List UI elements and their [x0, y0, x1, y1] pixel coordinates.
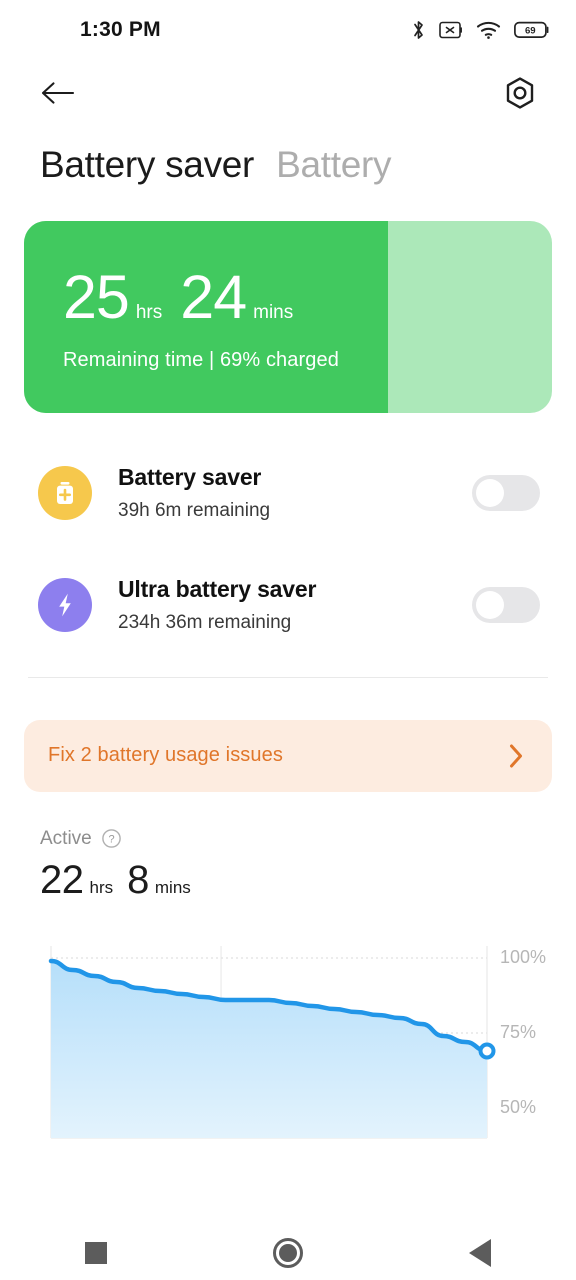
ultra-battery-saver-title: Ultra battery saver — [118, 575, 317, 602]
chart-ytick-50: 50% — [500, 1096, 537, 1117]
circle-home-icon — [273, 1238, 303, 1268]
home-button[interactable] — [253, 1230, 323, 1276]
settings-nut-icon — [503, 76, 537, 115]
remaining-minutes: 24 — [180, 262, 247, 331]
active-section: Active ? 22 hrs 8 mins — [0, 792, 576, 900]
battery-percent-text: 69 — [525, 26, 536, 37]
tab-bar: Battery saver Battery — [0, 130, 576, 185]
summary-section: 25 hrs 24 mins Remaining time | 69% char… — [0, 185, 576, 413]
battery-level-chart: 100% 75% 50% — [0, 930, 576, 1152]
square-recents-icon — [85, 1242, 107, 1264]
bluetooth-icon — [411, 19, 426, 41]
recents-button[interactable] — [61, 1230, 131, 1276]
active-label: Active — [40, 827, 92, 849]
status-bar: 1:30 PM 69 — [0, 0, 576, 60]
chart-ytick-75: 75% — [500, 1021, 537, 1042]
back-nav-button[interactable] — [445, 1230, 515, 1276]
ultra-battery-saver-subtitle: 234h 36m remaining — [118, 611, 292, 633]
remaining-minutes-unit: mins — [253, 301, 294, 323]
battery-saver-text: Battery saver 39h 6m remaining — [92, 464, 472, 522]
battery-saver-subtitle: 39h 6m remaining — [118, 499, 271, 521]
back-button[interactable] — [36, 73, 80, 117]
wifi-icon — [476, 20, 501, 40]
active-minutes-unit: mins — [154, 877, 191, 897]
battery-plus-icon — [38, 465, 92, 520]
fix-issues-banner[interactable]: Fix 2 battery usage issues — [24, 719, 552, 792]
active-hours-unit: hrs — [89, 877, 114, 897]
remaining-hours-unit: hrs — [135, 301, 163, 323]
active-header: Active ? — [40, 828, 576, 850]
battery-level-chart-svg — [48, 945, 496, 1139]
battery-saver-title: Battery saver — [118, 463, 262, 490]
chevron-right-icon — [508, 743, 524, 769]
active-minutes: 8 — [127, 857, 149, 902]
svg-text:?: ? — [108, 834, 114, 846]
status-icons: 69 — [411, 19, 550, 41]
no-sim-icon — [439, 20, 463, 40]
remaining-time-value: 25 hrs 24 mins — [63, 262, 552, 331]
tab-battery[interactable]: Battery — [276, 145, 391, 185]
summary-subtitle: Remaining time | 69% charged — [63, 348, 339, 371]
ultra-battery-saver-row[interactable]: Ultra battery saver 234h 36m remaining — [24, 549, 552, 661]
ultra-battery-saver-text: Ultra battery saver 234h 36m remaining — [92, 576, 472, 634]
fix-issues-section: Fix 2 battery usage issues — [0, 678, 576, 792]
fix-issues-label: Fix 2 battery usage issues — [48, 744, 283, 767]
battery-saver-row[interactable]: Battery saver 39h 6m remaining — [24, 437, 552, 549]
back-arrow-icon — [41, 81, 75, 110]
lightning-bolt-icon — [38, 577, 92, 632]
chart-ytick-100: 100% — [500, 946, 547, 967]
active-hours: 22 — [40, 857, 84, 902]
summary-card-content: 25 hrs 24 mins Remaining time | 69% char… — [24, 221, 552, 413]
status-time: 1:30 PM — [80, 18, 161, 41]
ultra-battery-saver-toggle[interactable] — [472, 586, 540, 623]
battery-saver-list: Battery saver 39h 6m remaining Ultra bat… — [0, 413, 576, 661]
battery-saver-toggle[interactable] — [472, 474, 540, 511]
help-circle-icon[interactable]: ? — [101, 828, 122, 849]
triangle-back-icon — [469, 1239, 491, 1267]
battery-icon: 69 — [514, 20, 550, 40]
toggle-knob — [476, 478, 504, 507]
remaining-hours: 25 — [63, 262, 130, 331]
system-navigation-bar — [0, 1226, 576, 1280]
active-time-value: 22 hrs 8 mins — [40, 860, 576, 900]
battery-summary-card: 25 hrs 24 mins Remaining time | 69% char… — [24, 220, 552, 413]
toggle-knob — [476, 590, 504, 619]
settings-button[interactable] — [498, 73, 542, 117]
tab-battery-saver[interactable]: Battery saver — [40, 145, 254, 185]
app-bar — [0, 60, 576, 130]
